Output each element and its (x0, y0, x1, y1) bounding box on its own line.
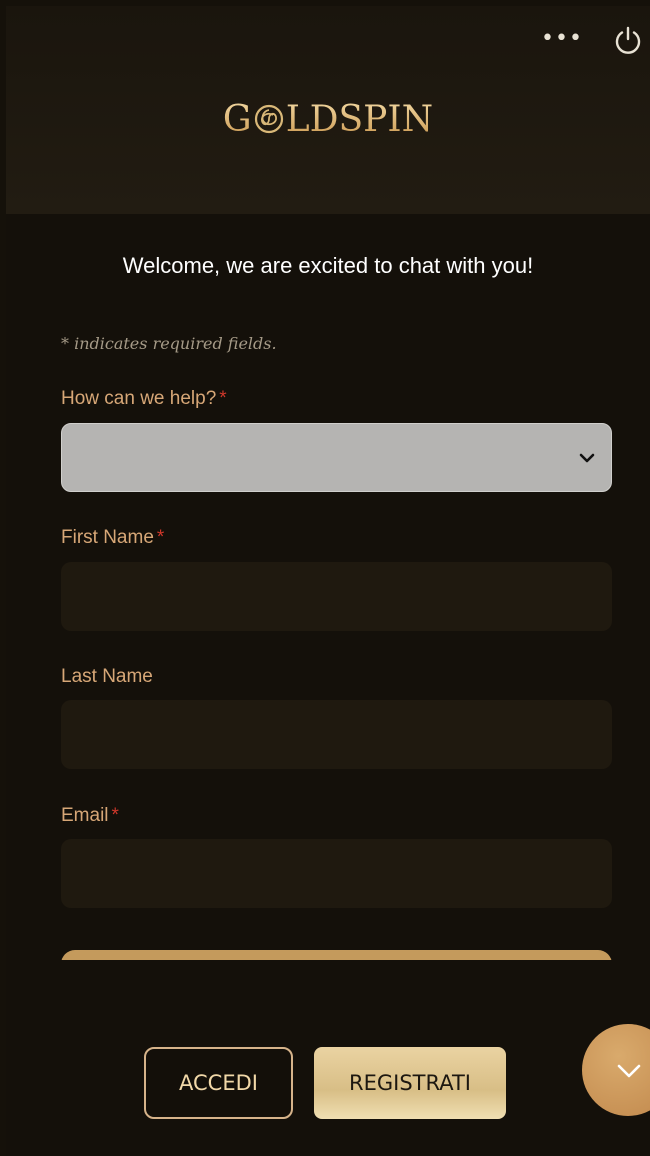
chat-header: ••• G LD SPIN (6, 6, 650, 214)
power-icon (615, 26, 641, 54)
first-name-field[interactable] (61, 562, 612, 631)
required-fields-note: * indicates required fields. (61, 334, 277, 353)
chevron-down-icon (579, 453, 595, 463)
login-button[interactable]: ACCEDI (144, 1047, 293, 1119)
close-chat-button[interactable] (612, 24, 644, 56)
first-name-label: First Name * (61, 527, 165, 548)
help-topic-label: How can we help? * (61, 388, 227, 409)
spiral-logo-icon (254, 104, 283, 134)
required-marker: * (111, 805, 119, 826)
more-dots-icon: ••• (541, 26, 583, 51)
chevron-down-icon (617, 1064, 641, 1078)
brand-logo: G LD SPIN (6, 94, 650, 144)
chat-panel: ••• G LD SPIN Welcome, we are excited to … (6, 6, 650, 1156)
last-name-label: Last Name (61, 666, 153, 687)
more-options-button[interactable]: ••• (541, 26, 583, 52)
required-marker: * (219, 388, 227, 409)
email-field[interactable] (61, 839, 612, 908)
register-button[interactable]: REGISTRATI (314, 1047, 506, 1119)
required-marker: * (156, 527, 165, 548)
last-name-field[interactable] (61, 700, 612, 769)
help-topic-select[interactable] (61, 423, 612, 492)
welcome-message: Welcome, we are excited to chat with you… (122, 253, 534, 278)
brand-logo-text: G LD SPIN (222, 98, 434, 140)
email-label: Email * (61, 805, 119, 826)
